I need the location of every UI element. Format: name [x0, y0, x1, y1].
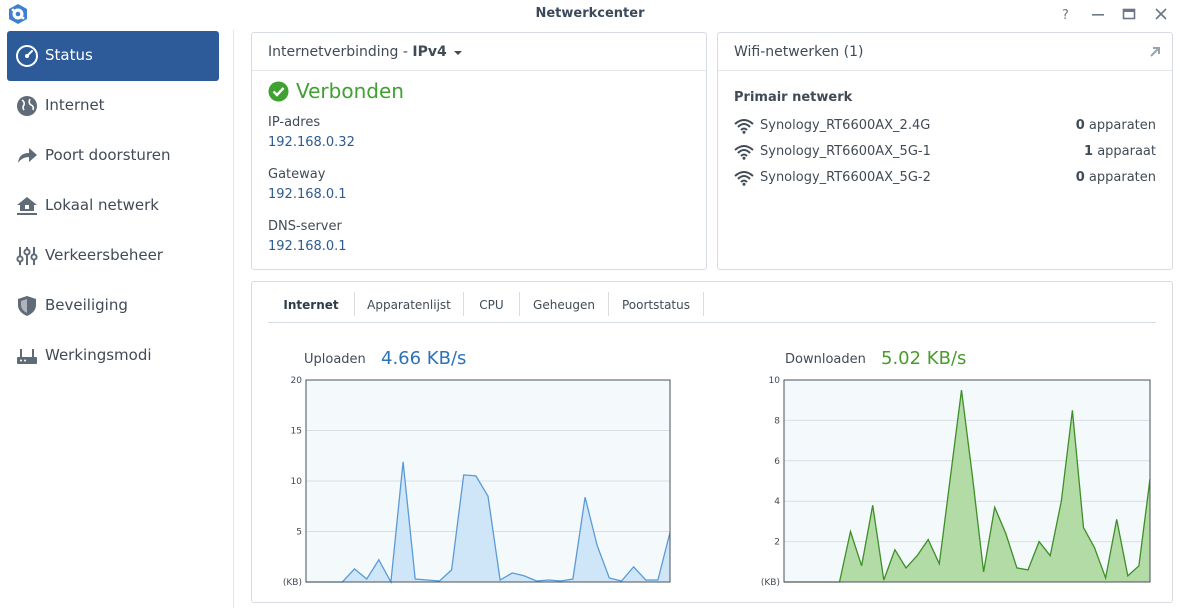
tab-port-status[interactable]: Poortstatus	[609, 292, 703, 323]
protocol-dropdown[interactable]: IPv4	[412, 44, 446, 60]
panel-header: Wifi-netwerken (1)	[718, 33, 1172, 71]
y-tick-label: 15	[291, 427, 302, 437]
tab-bar: Internet Apparatenlijst CPU Geheugen Poo…	[268, 292, 1156, 323]
upload-value: 4.66 KB/s	[381, 348, 467, 369]
window-title: Netwerkcenter	[535, 6, 645, 21]
wifi-device-count: 1 apparaat	[1084, 144, 1156, 159]
wifi-network-name: Synology_RT6600AX_2.4G	[760, 118, 931, 133]
caret-down-icon[interactable]	[454, 44, 463, 60]
sidebar-item-security[interactable]: Beveiliging	[7, 281, 219, 331]
y-tick-label: 4	[774, 497, 780, 507]
y-tick-label: 10	[769, 376, 781, 386]
dns-server-value: 192.168.0.1	[268, 239, 347, 254]
tab-device-list[interactable]: Apparatenlijst	[355, 292, 463, 323]
upload-label: Uploaden	[304, 352, 366, 367]
gateway-label: Gateway	[268, 167, 326, 182]
sidebar-item-label: Lokaal netwerk	[45, 196, 159, 214]
download-chart: 2 4 6 8 10 (KB)	[761, 376, 1151, 588]
wifi-icon	[734, 144, 754, 160]
wifi-network-row[interactable]: Synology_RT6600AX_5G-2 0 apparaten	[734, 168, 1156, 190]
y-tick-label: 20	[291, 376, 303, 386]
dns-server-label: DNS-server	[268, 219, 342, 234]
wifi-icon	[734, 170, 754, 186]
check-circle-icon	[268, 81, 289, 102]
sidebar-item-internet[interactable]: Internet	[7, 81, 219, 131]
sidebar-item-label: Werkingsmodi	[45, 346, 152, 364]
y-tick-label: 8	[774, 416, 780, 426]
wifi-device-count: 0 apparaten	[1075, 118, 1156, 133]
ip-address-value: 192.168.0.32	[268, 135, 355, 150]
sidebar-item-label: Poort doorsturen	[45, 146, 171, 164]
wifi-network-row[interactable]: Synology_RT6600AX_2.4G 0 apparaten	[734, 116, 1156, 138]
wifi-network-name: Synology_RT6600AX_5G-2	[760, 170, 931, 185]
sidebar-item-local-network[interactable]: Lokaal netwerk	[7, 181, 219, 231]
maximize-icon[interactable]	[1120, 5, 1138, 23]
home-network-icon	[15, 194, 39, 218]
download-label: Downloaden	[785, 352, 866, 367]
tab-separator	[703, 292, 704, 316]
wifi-network-name: Synology_RT6600AX_5G-1	[760, 144, 931, 159]
y-tick-label: 2	[774, 538, 780, 548]
speedometer-icon	[15, 44, 39, 68]
unit-label: (KB)	[283, 578, 302, 588]
panel-title: Wifi-netwerken (1)	[734, 44, 864, 60]
wifi-device-count: 0 apparaten	[1075, 170, 1156, 185]
sidebar-item-label: Internet	[45, 96, 105, 114]
sidebar-divider	[233, 30, 234, 608]
download-value: 5.02 KB/s	[881, 348, 967, 369]
y-tick-label: 5	[296, 528, 302, 538]
wifi-icon	[734, 118, 754, 134]
shield-icon	[15, 294, 39, 318]
primary-network-heading: Primair netwerk	[734, 90, 853, 105]
router-icon	[15, 344, 39, 368]
forward-arrow-icon	[15, 144, 39, 168]
y-tick-label: 10	[291, 477, 303, 487]
tab-internet[interactable]: Internet	[268, 292, 354, 323]
expand-arrow-icon[interactable]	[1148, 45, 1162, 59]
sidebar-item-operation-modes[interactable]: Werkingsmodi	[7, 331, 219, 381]
minimize-icon[interactable]	[1089, 5, 1107, 23]
tab-memory[interactable]: Geheugen	[520, 292, 608, 323]
close-icon[interactable]	[1152, 5, 1170, 23]
help-icon[interactable]: ?	[1057, 5, 1075, 23]
sidebar-item-traffic-control[interactable]: Verkeersbeheer	[7, 231, 219, 281]
y-tick-label: 6	[774, 457, 780, 467]
wifi-networks-panel: Wifi-netwerken (1) Primair netwerk Synol…	[717, 32, 1173, 270]
sidebar: Status Internet Poort doorsturen Lokaal …	[0, 28, 226, 608]
panel-title: Internetverbinding - IPv4	[268, 44, 463, 60]
ip-address-label: IP-adres	[268, 115, 321, 130]
monitor-panel: Internet Apparatenlijst CPU Geheugen Poo…	[251, 281, 1173, 603]
svg-text:?: ?	[1062, 8, 1069, 23]
globe-icon	[15, 94, 39, 118]
sidebar-item-label: Status	[45, 46, 93, 64]
sidebar-item-port-forwarding[interactable]: Poort doorsturen	[7, 131, 219, 181]
tab-cpu[interactable]: CPU	[464, 292, 519, 323]
wifi-network-row[interactable]: Synology_RT6600AX_5G-1 1 apparaat	[734, 142, 1156, 164]
internet-connection-panel: Internetverbinding - IPv4 Verbonden IP-a…	[251, 32, 707, 270]
gateway-value: 192.168.0.1	[268, 187, 347, 202]
sidebar-item-status[interactable]: Status	[7, 31, 219, 81]
sliders-icon	[15, 244, 39, 268]
sidebar-item-label: Verkeersbeheer	[45, 246, 163, 264]
title-bar: Netwerkcenter ?	[0, 0, 1180, 28]
panel-header: Internetverbinding - IPv4	[252, 33, 706, 71]
status-text: Verbonden	[296, 79, 404, 103]
unit-label: (KB)	[761, 578, 780, 588]
upload-chart: 5 10 15 20 (KB)	[283, 376, 671, 588]
sidebar-item-label: Beveiliging	[45, 296, 128, 314]
